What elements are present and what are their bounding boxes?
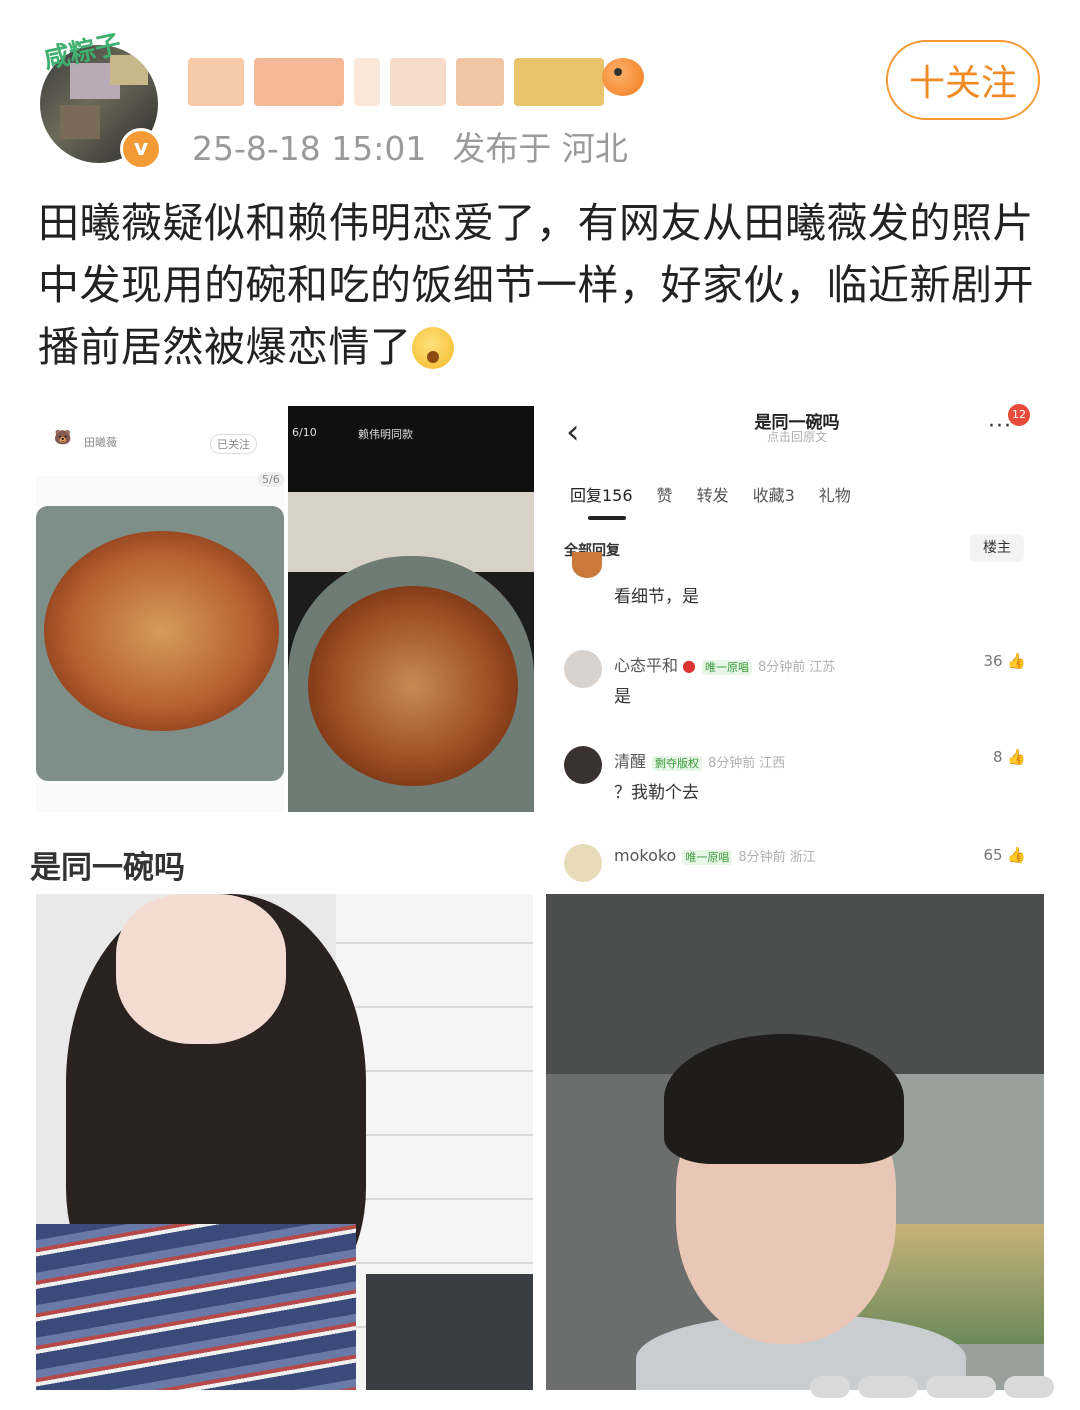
food-left-followed: 已关注	[210, 434, 257, 454]
apple-emoji-icon: ●	[682, 656, 696, 675]
comment-avatar[interactable]	[564, 844, 602, 882]
comment-time: 8分钟前	[738, 850, 786, 865]
comment-time: 8分钟前	[708, 756, 756, 771]
food-left-counter: 5/6	[258, 472, 284, 487]
comment-time: 8分钟前	[757, 660, 806, 675]
comment-author[interactable]: 心态平和	[614, 656, 678, 675]
comment-body: ？我勒个去	[614, 783, 699, 803]
comment-author[interactable]: mokoko	[614, 846, 676, 865]
like-number: 36	[983, 652, 1003, 670]
post-text: 田曦薇疑似和赖伟明恋爱了，有网友从田曦薇发的照片中发现用的碗和吃的饭细节一样，好…	[38, 192, 1048, 378]
comment-avatar[interactable]	[572, 552, 602, 578]
comment-body: 看细节，是	[614, 587, 699, 607]
like-count[interactable]: 8 👍	[993, 748, 1026, 766]
comment-avatar[interactable]	[564, 650, 602, 688]
comment-item: 清醒 剽夺版权 8分钟前 江西 8 👍 ？我勒个去	[564, 746, 1034, 806]
tab-likes[interactable]: 赞	[657, 482, 673, 506]
post-meta: 25-8-18 15:01 发布于 河北	[192, 122, 628, 170]
comment-item: mokoko 唯一原唱 8分钟前 浙江 65 👍	[564, 844, 1034, 882]
boy-selfie-photo[interactable]	[546, 894, 1044, 1390]
comment-author[interactable]: 清醒	[614, 752, 646, 771]
comment-location: 浙江	[789, 850, 816, 865]
food-right-page: 6/10	[292, 426, 317, 439]
comment-location: 江西	[759, 756, 786, 771]
watermark-blurred	[810, 1372, 1070, 1402]
food-left-name: 田曦薇	[84, 436, 117, 449]
comment-avatar[interactable]	[564, 746, 602, 784]
more-badge: 12	[1008, 404, 1030, 426]
comment-badge: 唯一原唱	[701, 660, 752, 675]
thumbs-up-icon[interactable]: 👍	[1007, 846, 1026, 864]
fish-emoji-icon	[602, 58, 644, 96]
comments-screenshot[interactable]: ‹ 是同一碗吗 点击回原文 ··· 12 回复156 赞 转发 收藏3 礼物 全…	[548, 398, 1046, 882]
comment-body: 是	[614, 687, 631, 707]
girl-selfie-photo[interactable]	[36, 894, 533, 1390]
food-photo-right[interactable]: 6/10 赖伟明同款	[288, 406, 534, 812]
food-photo-left[interactable]: 🐻 田曦薇 已关注 5/6	[36, 406, 284, 812]
like-number: 8	[992, 748, 1003, 766]
food-right-name: 赖伟明同款	[358, 428, 413, 441]
comment-badge: 剽夺版权	[652, 756, 703, 771]
like-number: 65	[983, 846, 1003, 864]
tab-replies[interactable]: 回复156	[570, 482, 633, 506]
comment-badge: 唯一原唱	[682, 850, 733, 865]
username-blurred[interactable]	[188, 56, 608, 108]
tab-favorites[interactable]: 收藏3	[753, 482, 795, 506]
tab-gifts[interactable]: 礼物	[819, 482, 851, 506]
like-count[interactable]: 65 👍	[983, 846, 1026, 864]
tab-reposts[interactable]: 转发	[697, 482, 729, 506]
comment-item: 心态平和 ● 唯一原唱 8分钟前 江苏 36 👍 是	[564, 650, 1034, 710]
tab-underline	[588, 516, 626, 520]
like-count[interactable]: 36 👍	[983, 652, 1026, 670]
bear-icon: 🐻	[54, 430, 72, 446]
thumbs-up-icon[interactable]: 👍	[1007, 652, 1026, 670]
post-date: 25-8-18 15:01	[192, 129, 427, 168]
comment-item: 看细节，是	[564, 552, 1034, 614]
thumbs-up-icon[interactable]: 👍	[1007, 748, 1026, 766]
shock-emoji-icon	[411, 327, 454, 369]
thread-subtitle[interactable]: 点击回原文	[548, 428, 1046, 445]
comment-location: 江苏	[809, 660, 836, 675]
section-heading: 是同一碗吗	[30, 850, 185, 886]
reply-tabs: 回复156 赞 转发 收藏3 礼物	[570, 482, 851, 506]
verified-icon: v	[120, 128, 162, 170]
post-text-content: 田曦薇疑似和赖伟明恋爱了，有网友从田曦薇发的照片中发现用的碗和吃的饭细节一样，好…	[38, 199, 1034, 371]
post-location: 发布于 河北	[452, 129, 628, 168]
follow-button[interactable]: 十关注	[886, 40, 1040, 120]
op-filter-chip[interactable]: 楼主	[970, 534, 1024, 562]
